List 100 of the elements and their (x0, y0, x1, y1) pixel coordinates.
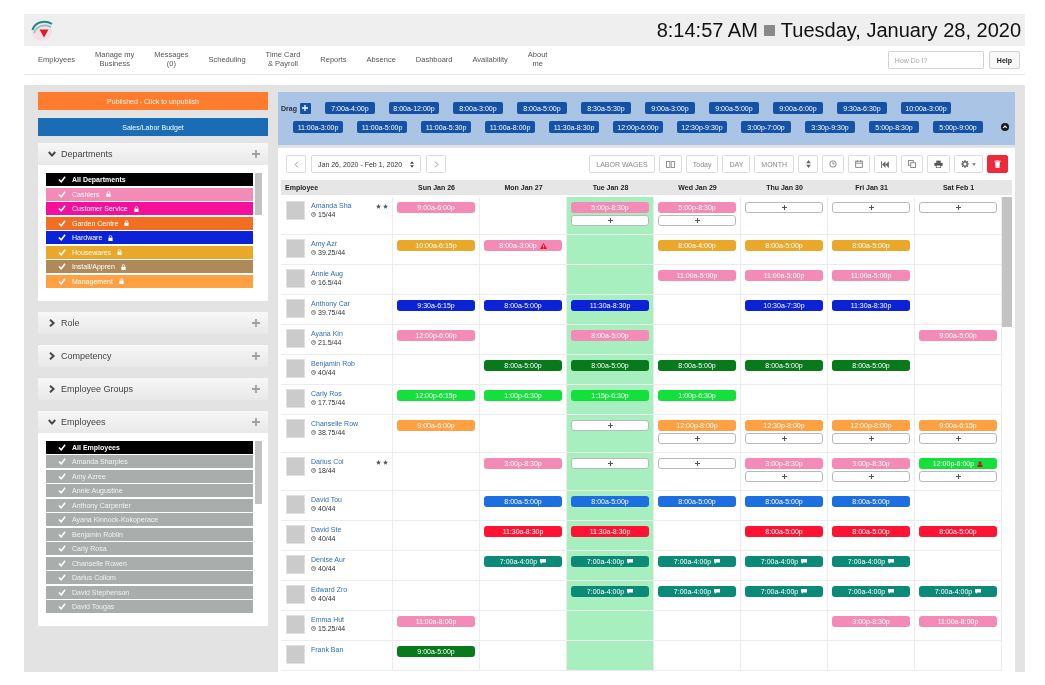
scrollbar-thumb[interactable] (1002, 197, 1012, 327)
add-shift-button[interactable] (571, 215, 649, 226)
avatar-placeholder (286, 615, 305, 634)
filter-section-header[interactable]: Employees (38, 410, 268, 433)
plus-icon (868, 205, 874, 210)
logo (30, 18, 54, 42)
clock-icon (311, 400, 316, 405)
updown-icon (410, 160, 414, 168)
plus-icon (302, 105, 309, 111)
plus-icon (781, 205, 787, 210)
skip-back-button[interactable] (874, 155, 897, 173)
plus-icon (868, 436, 874, 441)
clock-icon (311, 566, 316, 571)
plus-icon[interactable] (252, 318, 260, 327)
plus-icon (607, 423, 613, 428)
clock-icon (311, 370, 316, 375)
sort-icon (805, 160, 811, 168)
collapse-icon[interactable] (1001, 123, 1009, 131)
avatar-placeholder (286, 389, 305, 408)
plus-icon (607, 218, 613, 223)
clock-icon (311, 340, 316, 345)
avatar-placeholder (286, 457, 305, 476)
plus-icon[interactable] (252, 417, 260, 426)
add-shift-button[interactable] (919, 433, 997, 444)
add-shift-button[interactable] (919, 202, 997, 213)
calendar-icon (855, 160, 863, 168)
clock-icon (311, 310, 316, 315)
clock-icon (311, 536, 316, 541)
copy-button[interactable] (901, 155, 923, 173)
plus-icon[interactable] (252, 351, 260, 360)
plus-icon (607, 461, 613, 466)
clock-icon (311, 250, 316, 255)
avatar-placeholder (286, 359, 305, 378)
add-shift-button[interactable] (919, 471, 997, 482)
copy-icon (908, 160, 916, 168)
chevron-right-icon (433, 160, 439, 168)
delete-button[interactable] (987, 155, 1008, 173)
avatar-placeholder (286, 239, 305, 258)
filter-section-header[interactable]: Role (38, 311, 268, 334)
add-shift-button[interactable] (571, 458, 649, 469)
avatar-placeholder (286, 201, 305, 220)
print-icon (934, 160, 943, 168)
filter-section-header[interactable]: Employee Groups (38, 377, 268, 400)
plus-icon (781, 474, 787, 479)
avatar-placeholder (286, 299, 305, 318)
previous-week-button[interactable] (286, 155, 306, 173)
avatar-placeholder (286, 525, 305, 544)
add-shift-button[interactable] (832, 202, 910, 213)
add-shift-button[interactable] (658, 215, 736, 226)
avatar-placeholder (286, 555, 305, 574)
plus-icon[interactable] (252, 384, 260, 393)
avatar-placeholder (286, 645, 305, 664)
add-shift-button[interactable] (658, 458, 736, 469)
date-text: Tuesday, January 28, 2020 (780, 20, 1021, 40)
sort-button[interactable] (798, 155, 818, 173)
chevron-left-icon (293, 160, 299, 168)
clock-icon (311, 468, 316, 473)
avatar-placeholder (286, 495, 305, 514)
print-button[interactable] (927, 155, 950, 173)
columns-button[interactable] (658, 155, 682, 173)
gear-icon (961, 160, 969, 168)
clock-icon (311, 506, 316, 511)
plus-icon (955, 436, 961, 441)
avatar-placeholder (286, 419, 305, 438)
skip-back-icon (881, 160, 890, 168)
add-shift-button[interactable] (658, 433, 736, 444)
add-shift-button[interactable] (571, 420, 649, 431)
plus-icon (781, 436, 787, 441)
columns-icon (665, 160, 675, 168)
add-shift-button[interactable] (832, 433, 910, 444)
clock-icon (829, 160, 837, 168)
plus-icon (955, 205, 961, 210)
clock-icon (311, 596, 316, 601)
plus-icon (868, 474, 874, 479)
square-icon (763, 24, 775, 36)
trash-icon (994, 160, 1001, 168)
add-shift-button[interactable] (745, 433, 823, 444)
avatar-placeholder (286, 585, 305, 604)
plus-icon[interactable] (252, 150, 260, 158)
add-shift-button[interactable] (745, 471, 823, 482)
scrollbar-thumb[interactable] (255, 173, 262, 215)
calendar-button[interactable] (848, 155, 870, 173)
settings-button[interactable] (954, 155, 983, 173)
filter-section-header[interactable]: Departments (38, 143, 268, 165)
clock-icon (311, 212, 316, 217)
add-shift-button[interactable] (832, 471, 910, 482)
add-template-button[interactable] (299, 102, 311, 114)
plus-icon (694, 436, 700, 441)
plus-icon (694, 218, 700, 223)
avatar-placeholder (286, 269, 305, 288)
add-shift-button[interactable] (745, 202, 823, 213)
next-week-button[interactable] (426, 155, 446, 173)
clock-icon (311, 430, 316, 435)
plus-icon (955, 474, 961, 479)
clock-button[interactable] (822, 155, 844, 173)
clock-time: 8:14:57 AM (656, 20, 758, 40)
filter-section-header[interactable]: Competency (38, 344, 268, 367)
clock-icon (311, 280, 316, 285)
avatar-placeholder (286, 329, 305, 348)
scrollbar-thumb[interactable] (255, 440, 262, 504)
